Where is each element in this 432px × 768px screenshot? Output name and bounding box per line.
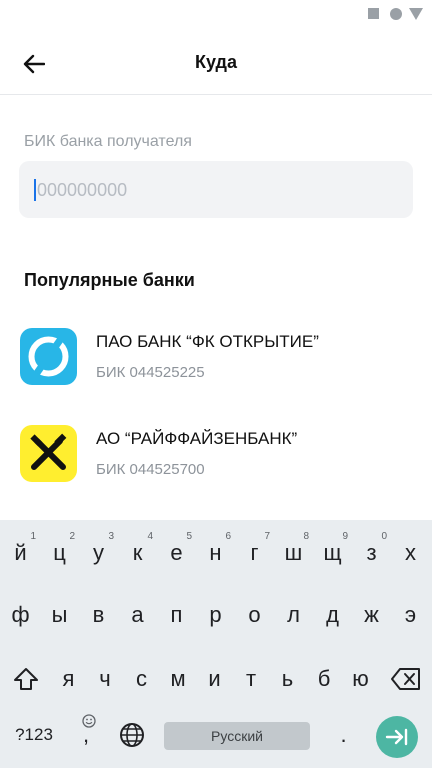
key-label: э [404,602,417,627]
key-label: а [131,602,144,627]
backspace-key[interactable] [384,654,427,704]
key-label: х [405,540,416,565]
shift-key[interactable] [4,654,47,704]
enter-icon [385,728,408,746]
key-label: ч [99,666,111,691]
key-label: й [14,540,27,565]
letter-key[interactable]: к4 [116,528,159,578]
period-key[interactable]: . [322,710,365,760]
key-label: у [93,540,104,565]
letter-key[interactable]: а [116,590,159,640]
key-number-hint: 0 [381,531,387,542]
key-label: о [248,602,261,627]
key-label: г [250,540,259,565]
key-label: ю [352,666,369,691]
letter-key[interactable]: л [272,590,315,640]
recents-indicator-icon [368,8,379,19]
symbols-key[interactable]: ?123 [6,710,62,760]
key-label: б [317,666,331,691]
key-label: я [62,666,75,691]
bank-item-otkritie[interactable]: ПАО БАНК “ФК ОТКРЫТИЕ” БИК 044525225 [0,328,432,412]
key-label: в [92,602,105,627]
raiffeisen-logo [20,425,77,482]
key-label: ы [51,602,68,627]
app-header: Куда [0,32,432,95]
bank-item-raiffeisen[interactable]: АО “РАЙФФАЙЗЕНБАНК” БИК 044525700 [0,425,432,509]
letter-key[interactable]: э [389,590,432,640]
key-number-hint: 9 [342,531,348,542]
letter-key[interactable]: ю [339,654,382,704]
bank-bik: БИК 044525225 [96,364,205,381]
letter-key[interactable]: е5 [155,528,198,578]
back-indicator-icon [409,8,423,20]
key-label: м [170,666,186,691]
letter-key[interactable]: н6 [194,528,237,578]
home-indicator-icon [390,8,402,20]
letter-key[interactable]: ц2 [38,528,81,578]
key-label: с [136,666,147,691]
bank-name: ПАО БАНК “ФК ОТКРЫТИЕ” [96,332,319,351]
popular-banks-title: Популярные банки [24,270,195,290]
enter-key[interactable] [376,716,418,758]
key-number-hint: 5 [186,531,192,542]
letter-key[interactable]: щ9 [311,528,354,578]
bank-bik: БИК 044525700 [96,461,205,478]
key-number-hint: 4 [147,531,153,542]
letter-key[interactable]: в [77,590,120,640]
key-label: п [170,602,183,627]
emoji-icon [82,714,96,728]
key-label: ф [11,602,30,627]
letter-key[interactable]: х [389,528,432,578]
key-label: ш [284,540,303,565]
letter-key[interactable]: о [233,590,276,640]
key-number-hint: 6 [225,531,231,542]
text-cursor [34,179,36,201]
status-bar [0,0,432,28]
page-title: Куда [195,52,237,72]
key-label: з [366,540,377,565]
backspace-icon [390,668,420,690]
bik-field-label: БИК банка получателя [24,133,192,150]
language-key[interactable] [110,710,153,760]
letter-key[interactable]: з0 [350,528,393,578]
letter-key[interactable]: ф [0,590,42,640]
letter-key[interactable]: г7 [233,528,276,578]
letter-key[interactable]: ш8 [272,528,315,578]
shift-icon [13,668,38,690]
key-number-hint: 7 [264,531,270,542]
key-label: н [209,540,222,565]
letter-key[interactable]: д [311,590,354,640]
letter-key[interactable]: ж [350,590,393,640]
bik-input[interactable] [37,172,397,208]
key-label: щ [323,540,342,565]
letter-key[interactable]: р [194,590,237,640]
key-number-hint: 8 [303,531,309,542]
letter-key[interactable]: ы [38,590,81,640]
key-label: т [245,666,257,691]
key-label: д [326,602,339,627]
key-label: ь [281,666,294,691]
key-label: ц [53,540,66,565]
key-label: к [132,540,143,565]
key-label: е [170,540,183,565]
on-screen-keyboard: й1ц2у3к4е5н6г7ш8щ9з0х фывапролджэ ячсмит… [0,520,432,768]
key-label: ж [364,602,379,627]
letter-key[interactable]: й1 [0,528,42,578]
letter-key[interactable]: п [155,590,198,640]
bank-name: АО “РАЙФФАЙЗЕНБАНК” [96,429,298,448]
letter-key[interactable]: у3 [77,528,120,578]
key-label: и [208,666,221,691]
globe-icon [119,723,144,747]
space-key[interactable]: Русский [164,722,310,750]
key-number-hint: 1 [30,531,36,542]
key-label: л [287,602,300,627]
otkritie-logo [20,328,77,385]
comma-key[interactable]: , [66,710,106,760]
key-label: р [209,602,222,627]
key-number-hint: 3 [108,531,114,542]
key-number-hint: 2 [69,531,75,542]
